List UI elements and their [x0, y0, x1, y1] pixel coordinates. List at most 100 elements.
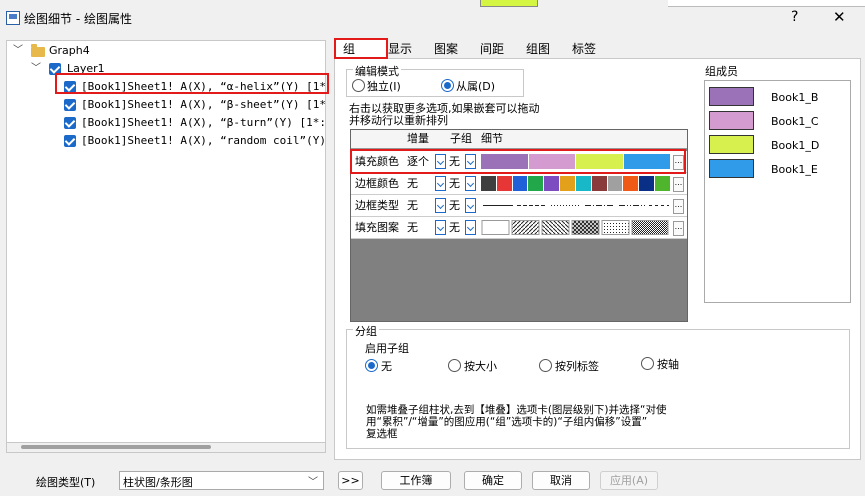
subgroup-none-radio[interactable] — [365, 359, 378, 372]
tab-display[interactable]: 显示 — [387, 40, 413, 58]
chevron-down-icon[interactable]: ﹀ — [31, 60, 41, 78]
tree-item-plot[interactable]: [Book1]Sheet1! A(X), “β-turn”(Y) [1*:6*] — [11, 114, 326, 132]
tree-item-plot[interactable]: [Book1]Sheet1! A(X), “β-sheet”(Y) [1*:6 — [11, 96, 326, 114]
color-swatch — [481, 176, 497, 191]
plot-type-label: 绘图类型(T) — [36, 476, 96, 489]
grid-header: 增量 子组 细节 — [351, 130, 687, 149]
tree-label-graph: Graph4 — [49, 44, 90, 57]
tree-item-plot[interactable]: [Book1]Sheet1! A(X), “random coil”(Y) [1… — [11, 132, 326, 150]
subgroup-dropdown[interactable] — [465, 198, 476, 213]
member-label: Book1_B — [771, 91, 819, 104]
plot-type-value: 柱状图/条形图 — [123, 476, 193, 489]
grid-row-border-type[interactable]: 边框类型 无 无 ... — [351, 195, 687, 217]
color-swatch — [560, 176, 576, 191]
subgroup-size-label: 按大小 — [464, 360, 497, 373]
tree-horizontal-scrollbar[interactable] — [6, 442, 326, 453]
more-button[interactable]: ... — [673, 177, 684, 192]
tree-item-label: [Book1]Sheet1! A(X), “β-sheet”(Y) [1*:6 — [81, 98, 326, 111]
color-swatch — [591, 176, 608, 191]
expand-button[interactable]: >> — [338, 471, 363, 490]
member-swatch — [709, 135, 754, 154]
more-button[interactable]: ... — [673, 199, 684, 214]
color-swatch — [639, 176, 656, 191]
close-button[interactable]: ✕ — [833, 8, 846, 26]
independent-radio[interactable] — [352, 79, 365, 92]
subgroup-size-radio[interactable] — [448, 359, 461, 372]
window-title: 绘图细节 - 绘图属性 — [24, 12, 132, 26]
line-style-list[interactable] — [481, 198, 671, 213]
tab-label[interactable]: 标签 — [571, 40, 597, 58]
subgroup-legend: 分组 — [353, 323, 379, 339]
subgroup-none-label: 无 — [381, 360, 392, 373]
more-button[interactable]: ... — [673, 221, 684, 236]
increment-dropdown[interactable] — [435, 176, 446, 191]
selected-item-highlight — [55, 73, 329, 94]
plot-checkbox[interactable] — [64, 135, 76, 147]
row-name: 边框颜色 — [355, 177, 399, 190]
apply-button[interactable]: 应用(A) — [600, 471, 658, 490]
color-swatch — [655, 176, 671, 191]
stack-note-3: 复选框 — [366, 428, 398, 440]
subgroup-value: 无 — [449, 199, 460, 212]
enable-subgroup-label: 启用子组 — [365, 342, 409, 355]
color-swatch — [544, 176, 561, 191]
folder-icon — [31, 44, 45, 57]
color-swatch — [528, 176, 545, 191]
grid-row-fill-pattern[interactable]: 填充图案 无 无 ... — [351, 217, 687, 239]
increment-dropdown[interactable] — [435, 198, 446, 213]
subgroup-group — [346, 329, 850, 449]
hint-line-2: 并移动行以重新排列 — [349, 114, 448, 127]
increment-value: 无 — [407, 177, 418, 190]
subgroup-column-label-radio[interactable] — [539, 359, 552, 372]
tab-group[interactable]: 组 — [339, 40, 359, 58]
increment-value: 无 — [407, 221, 418, 234]
app-icon — [6, 11, 20, 25]
help-button[interactable]: ? — [791, 9, 798, 25]
header-detail: 细节 — [481, 132, 503, 145]
background-window-strip — [668, 0, 865, 7]
increment-value: 无 — [407, 199, 418, 212]
subgroup-dropdown[interactable] — [465, 220, 476, 235]
plot-tree: ﹀ Graph4 ﹀ Layer1 [Book1]Sheet1! A(X), “… — [6, 40, 326, 451]
subgroup-value: 无 — [449, 221, 460, 234]
subgroup-axis-radio[interactable] — [641, 357, 654, 370]
subgroup-dropdown[interactable] — [465, 176, 476, 191]
tab-pattern[interactable]: 图案 — [433, 40, 459, 58]
tree-item-label: [Book1]Sheet1! A(X), “β-turn”(Y) [1*:6*] — [81, 116, 326, 129]
tab-subplot[interactable]: 组图 — [525, 40, 551, 58]
increment-dropdown[interactable] — [435, 220, 446, 235]
plot-checkbox[interactable] — [64, 99, 76, 111]
members-title: 组成员 — [705, 65, 738, 78]
color-swatch — [623, 176, 640, 191]
member-swatch — [709, 87, 754, 106]
fill-color-row-highlight — [350, 149, 686, 174]
subgroup-axis-label: 按轴 — [657, 358, 679, 371]
ok-button[interactable]: 确定 — [464, 471, 522, 490]
plot-checkbox[interactable] — [64, 117, 76, 129]
tab-spacing[interactable]: 间距 — [479, 40, 505, 58]
group-members-list: Book1_B Book1_C Book1_D Book1_E — [704, 80, 851, 303]
color-swatch — [496, 176, 513, 191]
edit-mode-legend: 编辑模式 — [353, 63, 401, 79]
chevron-down-icon: ﹀ — [308, 477, 318, 488]
chevron-down-icon[interactable]: ﹀ — [13, 42, 23, 60]
subgroup-value: 无 — [449, 177, 460, 190]
border-color-list[interactable] — [481, 176, 671, 191]
dependent-radio[interactable] — [441, 79, 454, 92]
grid-row-border-color[interactable]: 边框颜色 无 无 ... — [351, 173, 687, 195]
member-label: Book1_D — [771, 139, 820, 152]
fill-pattern-list[interactable] — [481, 220, 671, 235]
member-swatch — [709, 159, 754, 178]
member-label: Book1_C — [771, 115, 819, 128]
plot-type-select[interactable]: 柱状图/条形图 ﹀ — [119, 471, 324, 490]
stack-note-2: 用“累积”/“增量”的图应用(“组”选项卡的)“子组内偏移”设置” — [366, 416, 648, 428]
dependent-label: 从属(D) — [456, 80, 496, 93]
header-increment: 增量 — [407, 132, 429, 145]
color-swatch — [575, 176, 592, 191]
background-swatch — [480, 0, 538, 7]
independent-label: 独立(I) — [367, 80, 401, 93]
workbook-button[interactable]: 工作簿 — [381, 471, 451, 490]
cancel-button[interactable]: 取消 — [532, 471, 590, 490]
member-label: Book1_E — [771, 163, 818, 176]
tree-item-label: [Book1]Sheet1! A(X), “random coil”(Y) [1… — [81, 134, 326, 147]
